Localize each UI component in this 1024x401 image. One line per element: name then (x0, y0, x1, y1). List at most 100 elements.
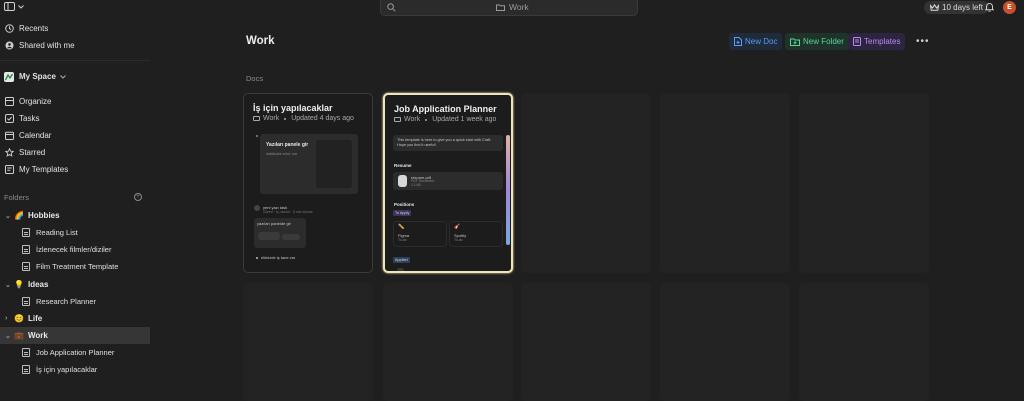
more-options-icon[interactable]: ••• (916, 36, 930, 47)
organize-icon (4, 97, 14, 107)
doc-card-folder: Work (404, 116, 421, 123)
preview-positions-heading: Positions (394, 202, 415, 207)
sidebar-item-shared[interactable]: Shared with me (0, 37, 150, 54)
sidebar-item-recents[interactable]: Recents (0, 20, 150, 37)
file-icon (398, 175, 407, 187)
folders-section-label: Folders (4, 193, 30, 202)
preview-intro-box: This template is here to give you a quic… (393, 135, 503, 151)
rainbow-icon: 🌈 (14, 211, 24, 220)
crown-icon (930, 4, 939, 11)
preview-resume-file: resume.pdf PDF Document 1.1 kB (393, 172, 503, 190)
checkbox-icon (4, 114, 14, 124)
document-icon (22, 245, 30, 254)
preview-resume-heading: Resume (394, 163, 412, 168)
new-doc-button[interactable]: New Doc (729, 33, 783, 50)
sidebar-divider (0, 60, 150, 61)
avatar[interactable]: E (1003, 1, 1016, 14)
placeholder-card (660, 283, 790, 401)
preview-intro: This template is here to give you a quic… (397, 138, 492, 147)
sidebar-doc-izlenecek[interactable]: İzlenecek filmler/diziler (22, 241, 150, 258)
folder-hobbies[interactable]: ⌄ 🌈 Hobbies (0, 207, 150, 224)
folder-label: Life (28, 314, 43, 323)
sidebar-item-starred[interactable]: Starred (0, 144, 150, 161)
preview-bullet-text: elimizde iş tane var (261, 255, 296, 260)
preview-hero: Yazıları panele gir dakikalık süre var (260, 134, 358, 194)
chevron-down-icon: ⌄ (5, 281, 11, 289)
chevron-down-icon: ⌄ (5, 332, 11, 340)
sidebar-doc-job-application[interactable]: Job Application Planner (22, 344, 150, 361)
space-switcher[interactable]: My Space (0, 68, 150, 85)
sidebar-item-organize[interactable]: Organize (0, 93, 150, 110)
doc-card-folder: Work (263, 115, 280, 122)
bell-icon[interactable] (985, 2, 994, 12)
placeholder-card (243, 283, 373, 401)
calendar-icon (4, 131, 14, 141)
trial-label: 10 days left (942, 3, 983, 12)
people-icon (4, 41, 14, 51)
new-folder-button[interactable]: New Folder (785, 33, 849, 50)
trial-badge[interactable]: 10 days left (924, 1, 989, 14)
sidebar-item-calendar[interactable]: Calendar (0, 127, 150, 144)
sidebar-doc-label: Job Application Planner (36, 348, 115, 357)
templates-button[interactable]: Templates (848, 33, 906, 50)
doc-card-updated: Updated 1 week ago (432, 116, 497, 123)
doc-card-is-icin[interactable]: İş için yapılacaklar Work Updated 4 days… (243, 93, 373, 273)
folder-life[interactable]: › 😊 Life (0, 310, 150, 327)
search-bar[interactable]: Work (380, 0, 638, 16)
figma-logo-icon: ✏️ (398, 224, 405, 230)
sidebar-item-label: Calendar (19, 131, 52, 140)
preview-position-sub: To-do (454, 238, 463, 242)
document-icon (22, 297, 30, 306)
folder-label: Ideas (28, 280, 49, 289)
section-label-docs: Docs (246, 74, 264, 83)
preview-hero-sub: dakikalık süre var (266, 151, 298, 156)
preview-box-inner (282, 234, 300, 240)
sidebar-doc-film-treatment[interactable]: Film Treatment Template (22, 258, 150, 275)
sidebar-item-tasks[interactable]: Tasks (0, 110, 150, 127)
sidebar-item-label: Organize (19, 97, 52, 106)
new-folder-icon (790, 38, 800, 46)
folder-ideas[interactable]: ⌄ 💡 Ideas (0, 276, 150, 293)
separator-dot (425, 118, 428, 121)
document-icon (22, 365, 30, 374)
sidebar-item-label: Shared with me (19, 41, 75, 50)
separator-dot (284, 117, 287, 120)
preview-hero-title: Yazıları panele gir (266, 142, 309, 148)
top-bar: Work 10 days left E (0, 0, 1024, 16)
placeholder-card (660, 93, 790, 273)
sidebar-doc-reading-list[interactable]: Reading List (22, 224, 150, 241)
spotify-logo-icon: 🎸 (454, 224, 461, 230)
placeholder-card (521, 283, 651, 401)
chevron-right-icon: › (5, 315, 8, 322)
doc-card-title: Job Application Planner (394, 104, 497, 114)
doc-card-meta: Work Updated 4 days ago (253, 115, 354, 122)
placeholder-card (799, 283, 929, 401)
doc-card-title: İş için yapılacaklar (253, 103, 333, 113)
search-icon (387, 3, 396, 12)
template-icon (4, 165, 14, 175)
folder-work[interactable]: ⌄ 💼 Work (0, 327, 150, 344)
preview-bullet (256, 257, 258, 259)
document-icon (22, 348, 30, 357)
document-icon (22, 262, 30, 271)
briefcase-icon: 💼 (14, 331, 24, 340)
sidebar-icon (4, 2, 15, 11)
chevron-down-icon (18, 4, 24, 9)
sidebar-doc-research-planner[interactable]: Research Planner (22, 293, 150, 310)
smiley-icon: 😊 (14, 314, 24, 323)
search-breadcrumb: Work (496, 2, 529, 12)
sidebar-toggle-button[interactable] (4, 2, 24, 11)
lightbulb-icon: 💡 (14, 280, 24, 289)
preview-task-icon (254, 205, 260, 211)
sidebar-item-my-templates[interactable]: My Templates (0, 161, 150, 178)
sidebar-doc-is-icin[interactable]: İş için yapılacaklar (22, 361, 150, 378)
new-doc-icon (734, 37, 742, 46)
doc-card-job-application[interactable]: Job Application Planner Work Updated 1 w… (383, 93, 513, 273)
placeholder-card (383, 283, 513, 401)
doc-card-meta: Work Updated 1 week ago (394, 116, 496, 123)
add-folder-button[interactable]: + (134, 193, 142, 201)
preview-box-title: yazıları panelde gir (257, 221, 291, 226)
sidebar-item-label: Tasks (19, 114, 40, 123)
preview-position-sub: To-do (398, 238, 407, 242)
preview-placeholder (397, 268, 404, 271)
